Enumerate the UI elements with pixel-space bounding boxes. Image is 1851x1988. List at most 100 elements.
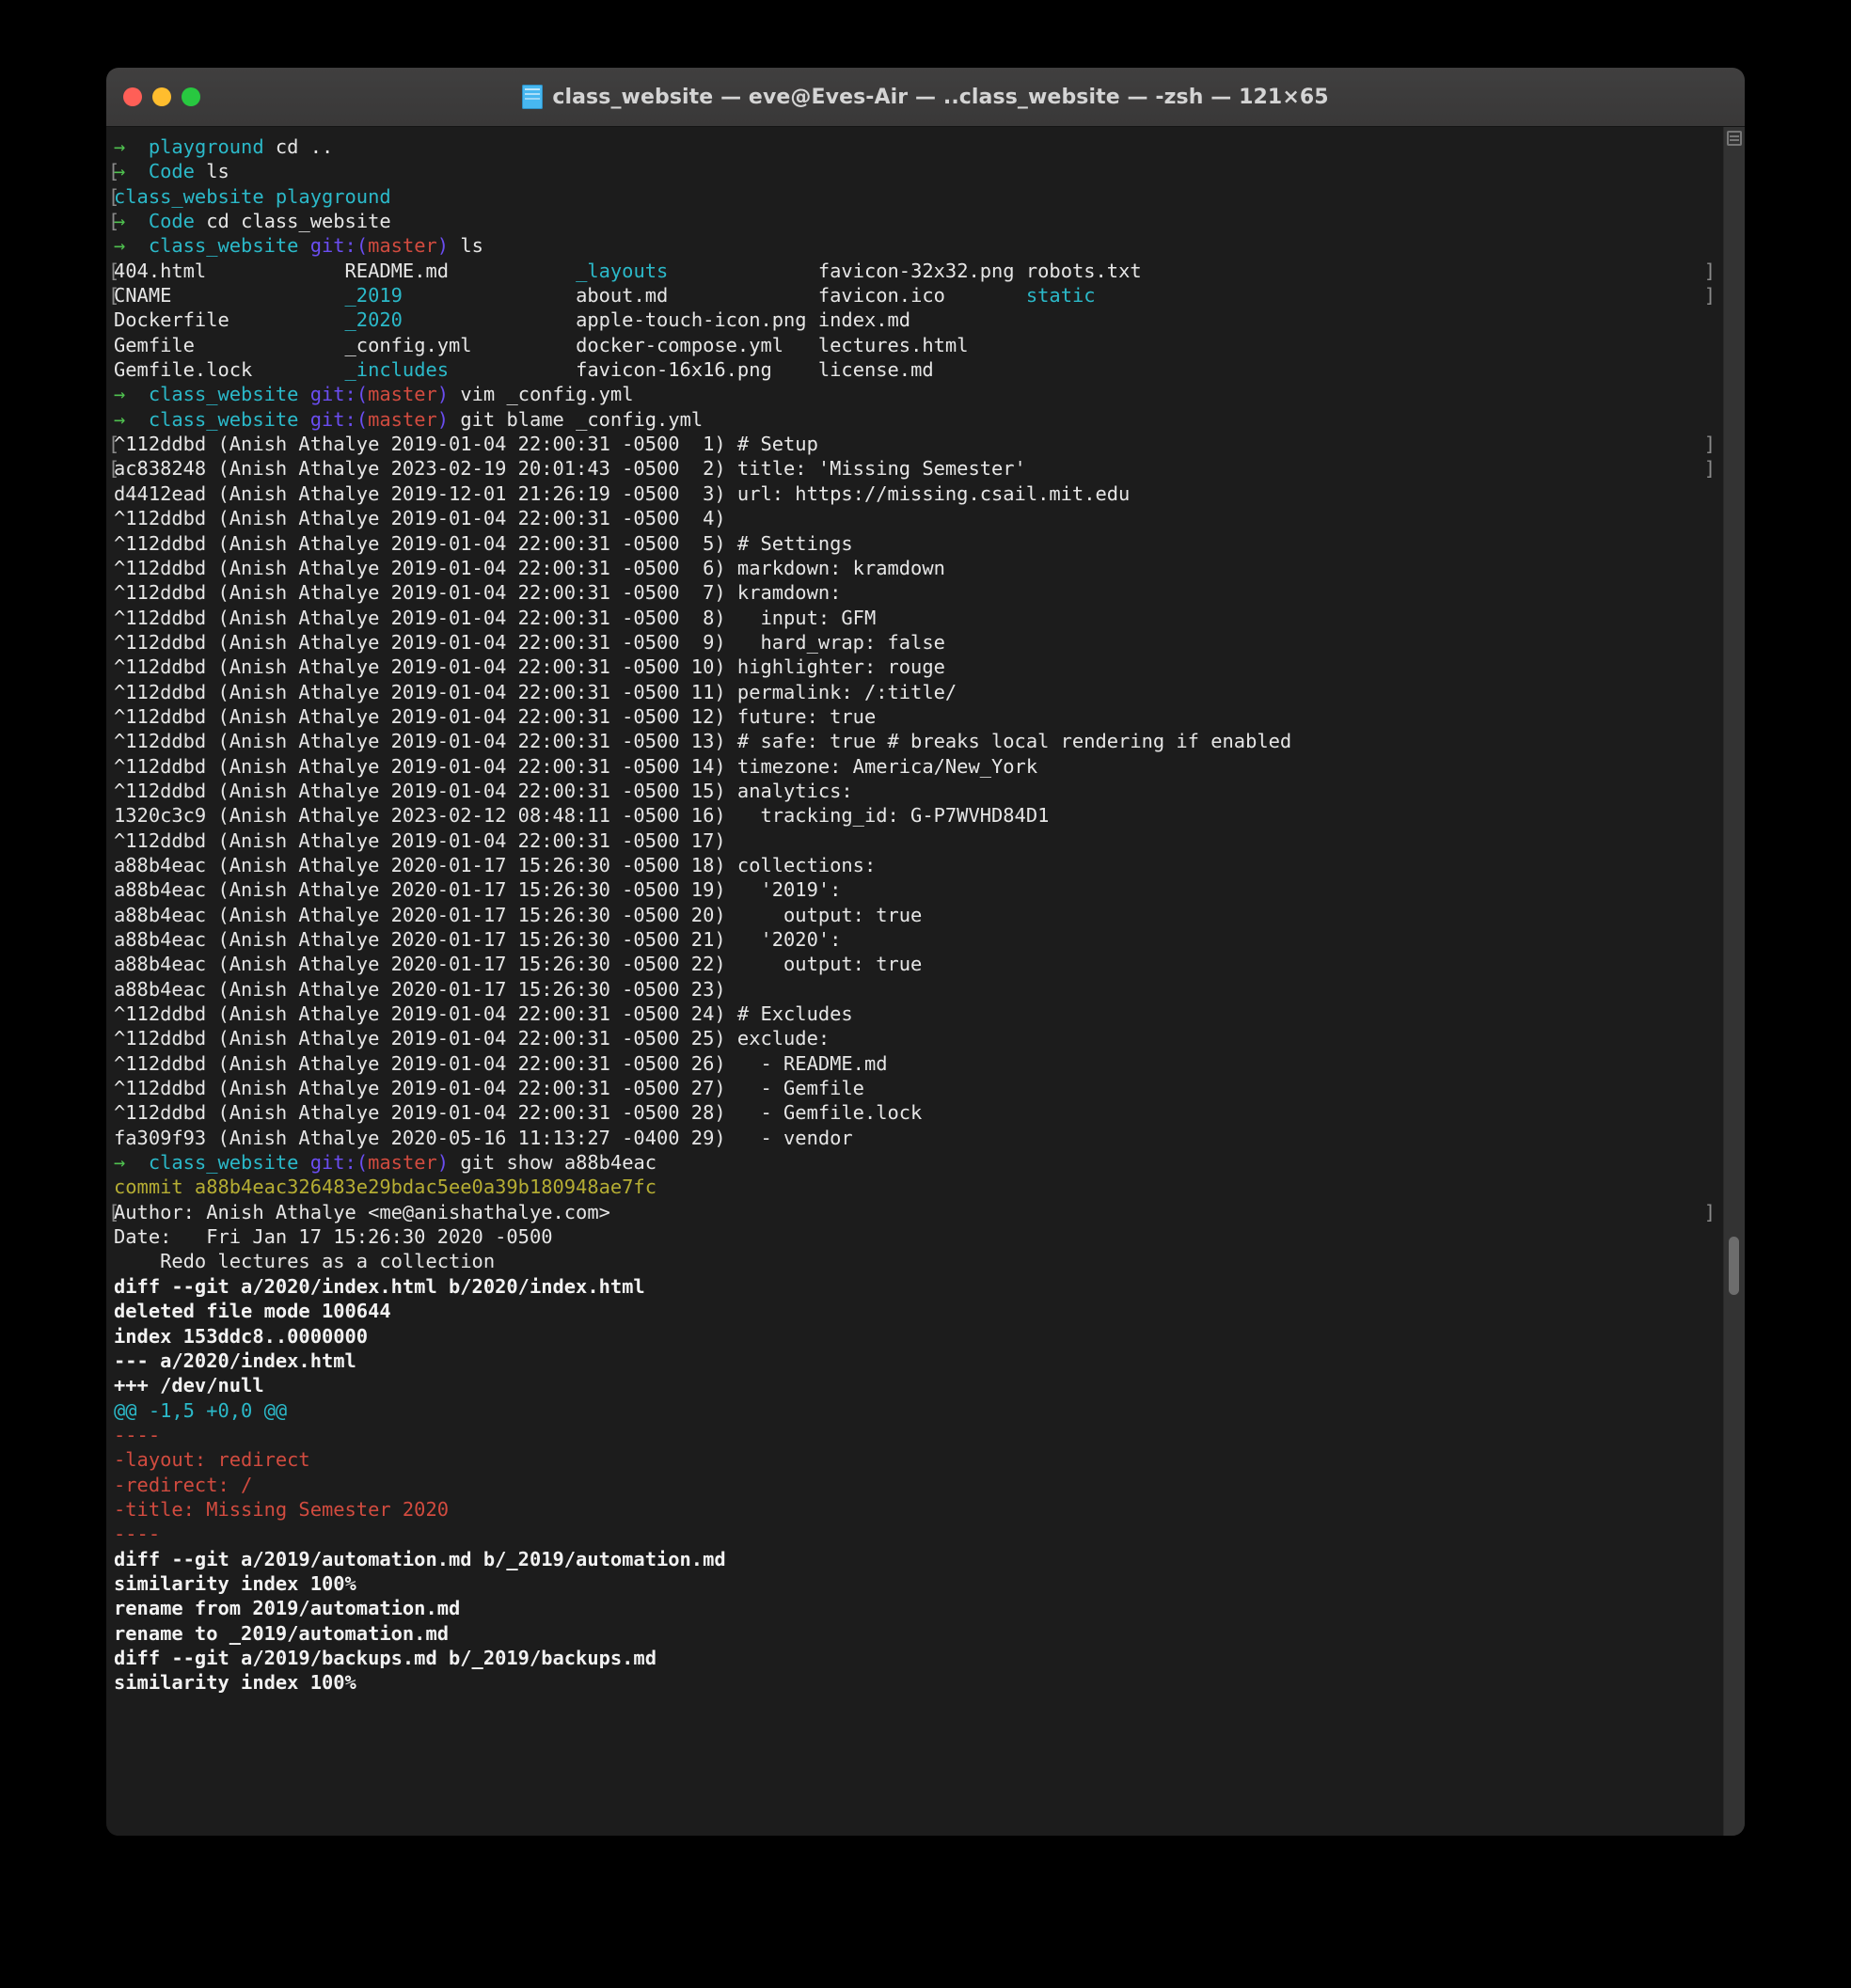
prompt-command: vim _config.yml: [460, 383, 634, 406]
ls-output-row: class_website playground [: [108, 184, 1723, 209]
terminal-output-line: -title: Missing Semester 2020: [110, 1497, 1723, 1522]
output-text: index 153ddc8..0000000: [114, 1324, 369, 1348]
output-text: diff --git a/2020/index.html b/2020/inde…: [114, 1274, 645, 1298]
terminal-output-line: index 153ddc8..0000000: [110, 1324, 1723, 1349]
terminal-output-line: rename to _2019/automation.md: [110, 1621, 1723, 1646]
ls-entry: robots.txt: [1025, 259, 1142, 282]
git-suffix: ): [436, 383, 461, 406]
folder-file-icon: [522, 85, 544, 109]
git-blame-text: 1320c3c9 (Anish Athalye 2023-02-12 08:48…: [114, 804, 1050, 828]
terminal-window[interactable]: class_website — eve@Eves-Air — ..class_w…: [106, 68, 1745, 1836]
prompt-command: cd class_website: [206, 210, 391, 233]
ls-entry: lectures.html: [817, 333, 1026, 356]
git-blame-line: ^112ddbd (Anish Athalye 2019-01-04 22:00…: [110, 828, 1723, 853]
minimize-button[interactable]: [152, 87, 171, 106]
git-blame-line: a88b4eac (Anish Athalye 2020-01-17 15:26…: [110, 853, 1723, 877]
terminal-output-line: --- a/2020/index.html: [110, 1349, 1723, 1373]
git-blame-line: ^112ddbd (Anish Athalye 2019-01-04 22:00…: [110, 556, 1723, 580]
terminal-body[interactable]: → playground cd .. → Code ls[class_websit…: [106, 127, 1745, 1836]
window-titlebar[interactable]: class_website — eve@Eves-Air — ..class_w…: [106, 68, 1745, 127]
ls-entry: Gemfile: [114, 333, 345, 356]
ls-entry: Gemfile.lock: [114, 358, 345, 382]
ls-entry: favicon.ico: [817, 284, 1026, 308]
git-blame-text: ^112ddbd (Anish Athalye 2019-01-04 22:00…: [114, 680, 957, 703]
line-end-marker: ]: [1703, 259, 1716, 282]
terminal-output-line: ----: [110, 1423, 1723, 1447]
output-text: diff --git a/2019/backups.md b/_2019/bac…: [114, 1646, 657, 1669]
output-text: similarity index 100%: [114, 1571, 356, 1595]
terminal-screen[interactable]: → playground cd .. → Code ls[class_websit…: [106, 127, 1723, 1836]
line-start-marker: [: [108, 284, 120, 308]
git-blame-line: d4412ead (Anish Athalye 2019-12-01 21:26…: [110, 481, 1723, 506]
ls-entry: static: [1025, 284, 1096, 308]
line-end-marker: ]: [1703, 457, 1716, 481]
zoom-button[interactable]: [182, 87, 200, 106]
output-text: -title: Missing Semester 2020: [114, 1497, 450, 1521]
terminal-output-line: -layout: redirect: [110, 1447, 1723, 1472]
git-blame-line: ^112ddbd (Anish Athalye 2019-01-04 22:00…: [110, 655, 1723, 679]
prompt-directory: Code: [148, 160, 207, 183]
line-start-marker: [: [108, 210, 120, 233]
prompt-directory: class_website: [148, 383, 310, 406]
output-text: diff --git a/2019/automation.md b/_2019/…: [114, 1547, 726, 1570]
prompt-arrow: →: [114, 135, 149, 158]
git-blame-line: ^112ddbd (Anish Athalye 2019-01-04 22:00…: [110, 506, 1723, 530]
prompt-directory: playground: [148, 135, 276, 158]
terminal-output-line: similarity index 100%: [110, 1670, 1723, 1695]
output-text: commit a88b4eac326483e29bdac5ee0a39b1809…: [114, 1175, 657, 1199]
ls-entry: Dockerfile: [114, 308, 345, 332]
git-branch: master: [368, 407, 437, 431]
git-blame-line: ^112ddbd (Anish Athalye 2019-01-04 22:00…: [110, 606, 1723, 630]
ls-entry: about.md: [576, 284, 818, 308]
line-end-marker: ]: [1703, 1200, 1716, 1223]
git-suffix: ): [436, 1151, 461, 1175]
window-title: class_website — eve@Eves-Air — ..class_w…: [552, 85, 1329, 109]
line-start-marker: [: [108, 160, 120, 183]
ls-entry: _includes: [344, 358, 577, 382]
git-blame-text: ^112ddbd (Anish Athalye 2019-01-04 22:00…: [114, 1002, 853, 1026]
ls-entry: playground: [275, 184, 391, 208]
output-text: rename from 2019/automation.md: [114, 1597, 461, 1620]
line-end-marker: ]: [1703, 284, 1716, 308]
terminal-prompt-line: → Code ls[: [108, 159, 1723, 183]
terminal-output-line: -redirect: /: [110, 1473, 1723, 1497]
scroll-thumb[interactable]: [1729, 1237, 1739, 1295]
git-blame-line: ^112ddbd (Anish Athalye 2019-01-04 22:00…: [110, 531, 1723, 556]
scroll-lines-icon[interactable]: [1727, 131, 1742, 146]
terminal-scrollbar[interactable]: [1723, 127, 1745, 1836]
terminal-output-line: similarity index 100%: [110, 1571, 1723, 1596]
git-blame-text: a88b4eac (Anish Athalye 2020-01-17 15:26…: [114, 853, 877, 876]
close-button[interactable]: [123, 87, 142, 106]
prompt-directory: class_website: [148, 1151, 310, 1175]
git-blame-line: a88b4eac (Anish Athalye 2020-01-17 15:26…: [110, 877, 1723, 902]
git-blame-line: a88b4eac (Anish Athalye 2020-01-17 15:26…: [110, 952, 1723, 976]
ls-entry: _config.yml: [344, 333, 577, 356]
prompt-directory: Code: [148, 210, 207, 233]
terminal-output-line: diff --git a/2020/index.html b/2020/inde…: [110, 1274, 1723, 1299]
line-end-marker: ]: [1703, 433, 1716, 456]
git-blame-text: fa309f93 (Anish Athalye 2020-05-16 11:13…: [114, 1126, 853, 1149]
ls-entry: README.md: [344, 259, 577, 282]
prompt-arrow: →: [114, 383, 149, 406]
ls-output-row: Gemfile _config.yml docker-compose.yml l…: [110, 333, 1723, 357]
git-blame-text: ^112ddbd (Anish Athalye 2019-01-04 22:00…: [114, 581, 842, 605]
line-start-marker: [: [108, 457, 120, 481]
git-blame-text: ^112ddbd (Anish Athalye 2019-01-04 22:00…: [114, 828, 726, 852]
git-blame-line: ^112ddbd (Anish Athalye 2019-01-04 22:00…: [108, 432, 1723, 456]
traffic-lights[interactable]: [123, 87, 200, 106]
ls-entry: class_website: [114, 184, 276, 208]
git-blame-line: ^112ddbd (Anish Athalye 2019-01-04 22:00…: [110, 580, 1723, 605]
ls-output-row: CNAME _2019 about.md favicon.ico static […: [108, 283, 1723, 308]
ls-output-row: Dockerfile _2020 apple-touch-icon.png in…: [110, 308, 1723, 332]
git-blame-line: ac838248 (Anish Athalye 2023-02-19 20:01…: [108, 456, 1723, 481]
git-branch: master: [368, 383, 437, 406]
git-blame-text: ^112ddbd (Anish Athalye 2019-01-04 22:00…: [114, 779, 853, 802]
output-text: --- a/2020/index.html: [114, 1349, 356, 1372]
git-blame-text: ^112ddbd (Anish Athalye 2019-01-04 22:00…: [114, 1101, 923, 1125]
git-blame-text: ac838248 (Anish Athalye 2023-02-19 20:01…: [114, 457, 1026, 481]
terminal-output-line: @@ -1,5 +0,0 @@: [110, 1398, 1723, 1423]
output-text: similarity index 100%: [114, 1671, 356, 1695]
git-blame-line: ^112ddbd (Anish Athalye 2019-01-04 22:00…: [110, 630, 1723, 655]
git-blame-line: 1320c3c9 (Anish Athalye 2023-02-12 08:48…: [110, 803, 1723, 828]
ls-entry: _layouts: [576, 259, 818, 282]
